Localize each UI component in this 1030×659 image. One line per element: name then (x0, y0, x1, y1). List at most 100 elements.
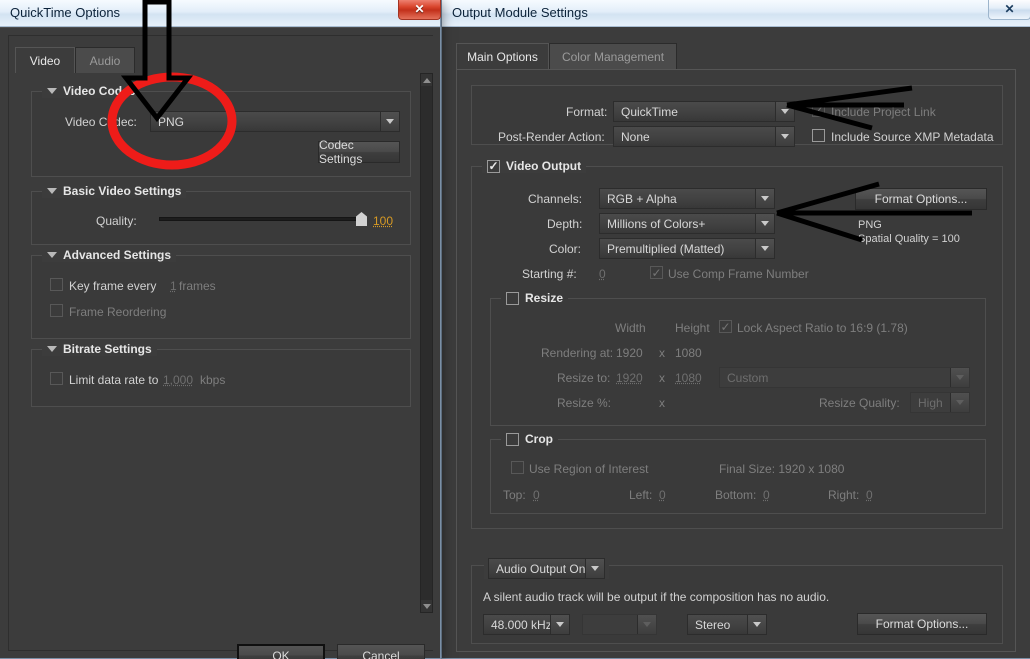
resize-height-value[interactable]: 1080 (675, 371, 702, 385)
basic-video-group-header: Basic Video Settings (42, 184, 186, 198)
resize-percent-label: Resize %: (557, 396, 611, 410)
resize-quality-dropdown[interactable]: High (910, 392, 970, 413)
tab-main-options[interactable]: Main Options (456, 43, 549, 69)
frame-reordering-checkbox[interactable] (50, 304, 63, 317)
chevron-down-icon-color (755, 239, 774, 258)
final-size-label: Final Size: 1920 x 1080 (719, 462, 844, 476)
color-value: Premultiplied (Matted) (600, 242, 755, 256)
tab-audio[interactable]: Audio (75, 47, 135, 73)
format-dropdown-value: QuickTime (614, 105, 775, 119)
advanced-group-header: Advanced Settings (42, 248, 176, 262)
video-format-options-button[interactable]: Format Options... (855, 188, 987, 210)
tab-color-management[interactable]: Color Management (549, 43, 677, 69)
main-options-panel: Format: QuickTime Post-Render Action: No… (456, 69, 1016, 652)
format-dropdown[interactable]: QuickTime (613, 101, 795, 122)
limit-data-rate-value[interactable]: 1,000 (163, 373, 193, 387)
frame-reordering-label: Frame Reordering (69, 305, 166, 319)
crop-bottom-value[interactable]: 0 (763, 488, 770, 502)
key-frame-every-label: Key frame every (69, 279, 156, 293)
channels-value: RGB + Alpha (600, 192, 755, 206)
crop-left-label: Left: (629, 488, 652, 502)
quality-value[interactable]: 100 (373, 214, 393, 228)
cancel-button[interactable]: Cancel (337, 644, 425, 659)
use-region-of-interest-checkbox[interactable] (511, 461, 524, 474)
tab-audio-label: Audio (90, 54, 121, 68)
crop-right-label: Right: (828, 488, 859, 502)
include-project-link-checkbox[interactable]: ✓ (812, 104, 825, 117)
video-format-info-line2: Spatial Quality = 100 (858, 233, 960, 245)
close-icon-output-module[interactable]: ✕ (988, 0, 1030, 20)
quicktime-scrollbar[interactable] (420, 73, 433, 613)
format-group: Format: QuickTime Post-Render Action: No… (471, 85, 1003, 145)
audio-format-options-label: Format Options... (876, 617, 969, 631)
chevron-down-icon-bitrate[interactable] (47, 346, 57, 352)
depth-label: Depth: (547, 217, 582, 231)
chevron-down-icon-channels (755, 189, 774, 208)
tab-video-label: Video (30, 54, 60, 68)
resize-to-label: Resize to: (557, 371, 610, 385)
crop-top-value[interactable]: 0 (533, 488, 540, 502)
audio-note: A silent audio track will be output if t… (483, 590, 829, 604)
quicktime-inner-frame: Video Audio Video Codec Video Codec: PNG… (8, 35, 433, 651)
chevron-down-icon-audio-channels (747, 615, 766, 634)
video-codec-dropdown[interactable]: PNG (150, 111, 400, 132)
resize-height-header: Height (675, 321, 710, 335)
ok-button[interactable]: OK (237, 644, 325, 659)
limit-data-rate-checkbox[interactable] (50, 372, 63, 385)
tab-video[interactable]: Video (15, 47, 75, 73)
resize-width-value[interactable]: 1920 (616, 371, 643, 385)
limit-data-rate-units: kbps (200, 373, 225, 387)
output-module-titlebar: Output Module Settings ✕ (442, 0, 1030, 27)
resize-group: Resize Width Height ✓ Lock Aspect Ratio … (490, 298, 986, 426)
resize-checkbox[interactable] (506, 292, 519, 305)
audio-sample-rate-dropdown[interactable]: 48.000 kHz (483, 614, 570, 635)
chevron-down-icon-codec (380, 112, 399, 131)
post-render-action-dropdown[interactable]: None (613, 126, 795, 147)
resize-preset-dropdown[interactable]: Custom (719, 367, 970, 388)
chevron-down-icon-basic-video[interactable] (47, 188, 57, 194)
crop-group-title: Crop (525, 432, 553, 446)
key-frame-every-checkbox[interactable] (50, 278, 63, 291)
audio-output-group: Audio Output On A silent audio track wil… (471, 565, 1003, 644)
video-output-checkbox[interactable]: ✓ (487, 160, 500, 173)
depth-dropdown[interactable]: Millions of Colors+ (599, 213, 775, 234)
chevron-down-icon-post-render (775, 127, 794, 146)
use-comp-frame-number-checkbox[interactable]: ✓ (650, 266, 663, 279)
video-codec-group-header: Video Codec (42, 84, 140, 98)
quality-slider[interactable] (159, 212, 367, 226)
chevron-down-icon-video-codec[interactable] (47, 88, 57, 94)
output-module-title: Output Module Settings (452, 5, 588, 20)
chevron-down-icon-advanced[interactable] (47, 252, 57, 258)
video-format-info-line1: PNG (858, 219, 882, 231)
audio-bit-depth-dropdown[interactable] (582, 614, 657, 635)
audio-format-options-button[interactable]: Format Options... (857, 613, 987, 635)
include-source-xmp-checkbox[interactable] (812, 129, 825, 142)
close-icon-quicktime[interactable]: ✕ (398, 0, 441, 20)
video-output-group-title: Video Output (506, 159, 581, 173)
codec-settings-button[interactable]: Codec Settings (318, 141, 400, 163)
bitrate-settings-group: Bitrate Settings Limit data rate to 1,00… (31, 349, 411, 407)
quality-slider-thumb[interactable] (356, 212, 367, 226)
audio-output-toggle[interactable]: Audio Output On (488, 558, 605, 579)
starting-number-value[interactable]: 0 (599, 267, 606, 281)
lock-aspect-ratio-checkbox[interactable]: ✓ (719, 320, 732, 333)
video-format-options-label: Format Options... (875, 192, 968, 206)
advanced-settings-group: Advanced Settings Key frame every 1 fram… (31, 255, 411, 339)
quality-slider-track (159, 217, 367, 221)
quicktime-tabstrip: Video Audio (15, 47, 215, 73)
crop-checkbox[interactable] (506, 433, 519, 446)
video-codec-value: PNG (151, 115, 380, 129)
limit-data-rate-label: Limit data rate to (69, 373, 158, 387)
quicktime-title: QuickTime Options (10, 5, 120, 20)
crop-left-value[interactable]: 0 (659, 488, 666, 502)
quicktime-titlebar: QuickTime Options ✕ (0, 0, 440, 27)
crop-right-value[interactable]: 0 (866, 488, 873, 502)
key-frame-every-value[interactable]: 1 (170, 279, 177, 293)
scroll-up-icon[interactable] (421, 74, 432, 86)
audio-channels-value: Stereo (688, 618, 747, 632)
chevron-down-icon-depth (755, 214, 774, 233)
color-dropdown[interactable]: Premultiplied (Matted) (599, 238, 775, 259)
channels-dropdown[interactable]: RGB + Alpha (599, 188, 775, 209)
scroll-down-icon[interactable] (421, 600, 432, 612)
audio-channels-dropdown[interactable]: Stereo (687, 614, 767, 635)
